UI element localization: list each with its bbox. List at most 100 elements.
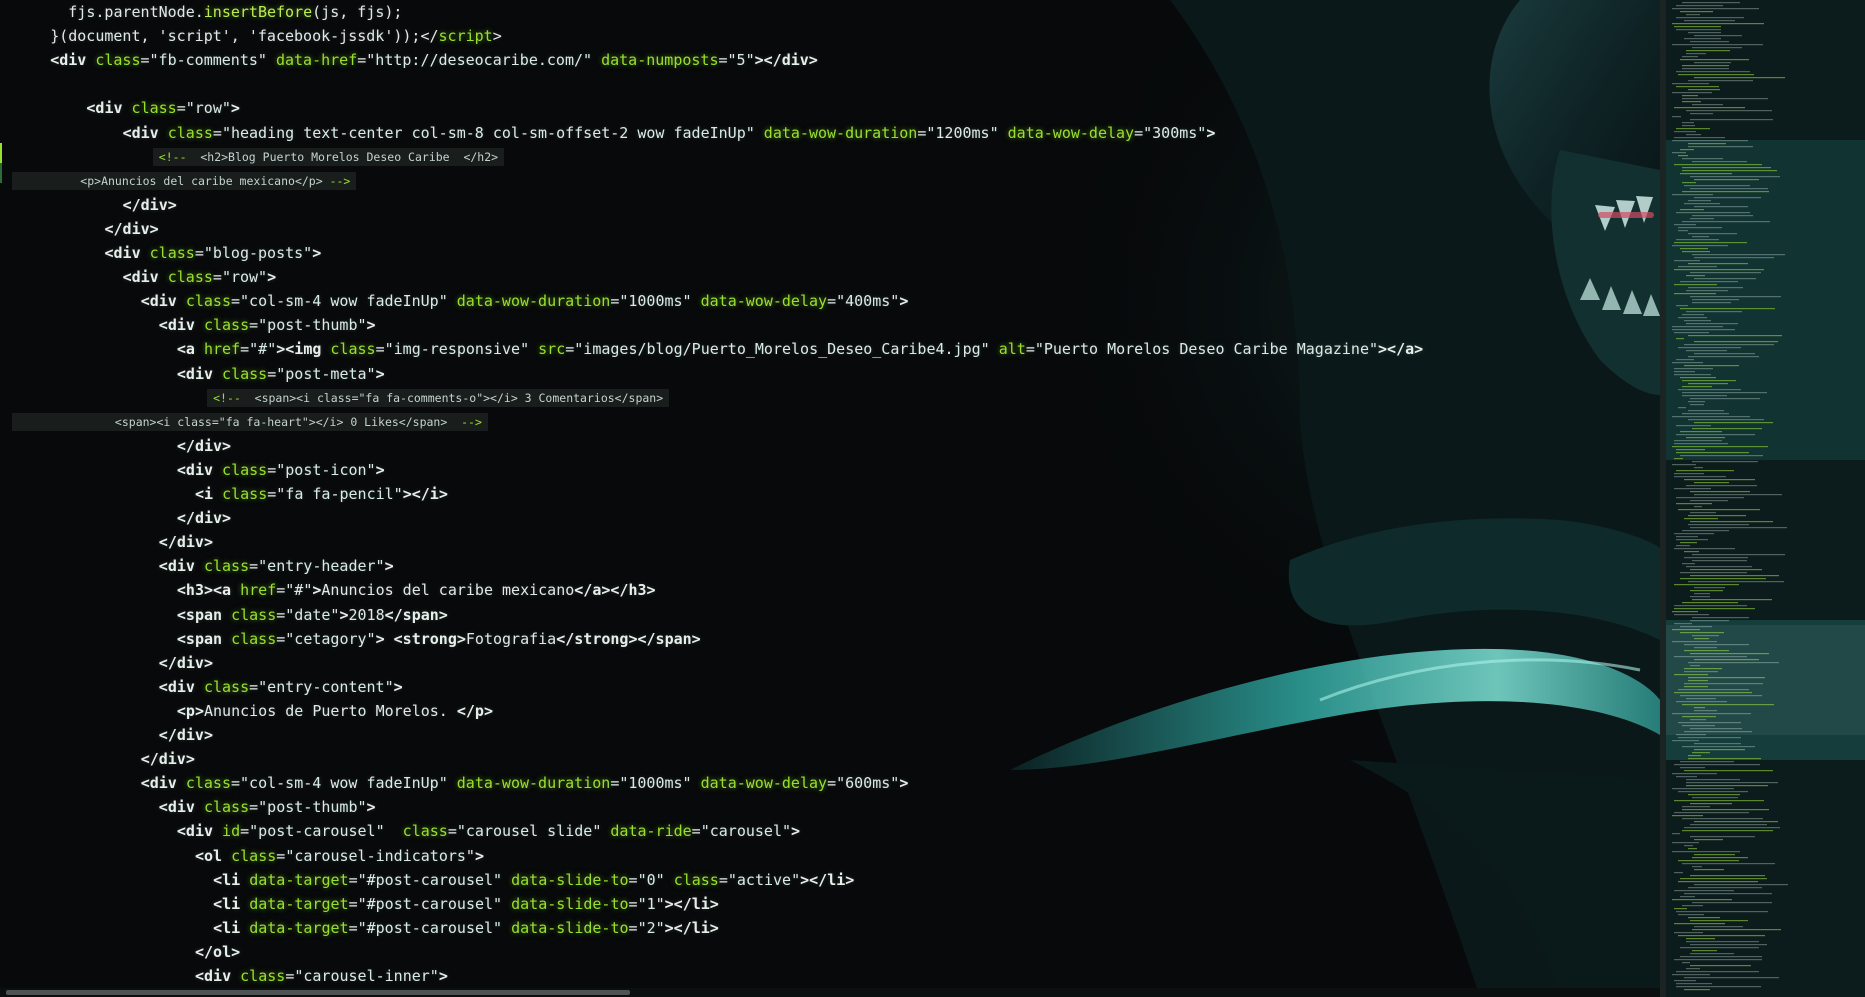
code-line[interactable]: </div>	[177, 506, 231, 530]
code-line[interactable]: <div class="entry-header">	[159, 554, 394, 578]
minimap-line	[1686, 968, 1700, 970]
minimap-line	[1684, 365, 1739, 367]
code-line[interactable]: </div>	[159, 530, 213, 554]
code-token: <li	[213, 918, 250, 937]
code-line[interactable]: <div id="post-carousel" class="carousel …	[177, 819, 800, 843]
code-line[interactable]: </ol>	[195, 940, 240, 964]
code-token: </div>	[176, 436, 232, 455]
code-line[interactable]: <div class="post-icon">	[177, 458, 385, 482]
minimap-viewport-slider[interactable]	[1666, 625, 1865, 735]
code-view[interactable]: fjs.parentNode.insertBefore(js, fjs);}(d…	[0, 0, 1660, 990]
minimap-line	[1688, 356, 1759, 358]
minimap-line	[1690, 398, 1760, 400]
code-line[interactable]: <i class="fa fa-pencil"></i>	[195, 482, 448, 506]
code-line[interactable]: <li data-target="#post-carousel" data-sl…	[213, 892, 719, 916]
code-line[interactable]: </div>	[177, 434, 231, 458]
minimap-line	[1694, 353, 1755, 355]
code-line[interactable]: <ol class="carousel-indicators">	[195, 844, 484, 868]
minimap-line	[1690, 41, 1729, 43]
code-token: class	[673, 870, 719, 889]
minimap-line	[1692, 428, 1762, 430]
minimap-line	[1688, 401, 1705, 403]
code-editor[interactable]: fjs.parentNode.insertBefore(js, fjs);}(d…	[0, 0, 1865, 997]
code-token: >	[312, 244, 322, 262]
minimap-line	[1680, 377, 1716, 379]
code-token: </div>	[158, 726, 213, 744]
code-line[interactable]: <a href="#"><img class="img-responsive" …	[177, 337, 1423, 361]
code-line[interactable]: <div class="entry-content">	[159, 675, 403, 699]
code-line[interactable]: <div class="row">	[86, 96, 240, 120]
code-line[interactable]: </div>	[105, 217, 159, 241]
code-line[interactable]: <span class="date">2018</span>	[177, 603, 448, 627]
minimap-line	[1674, 371, 1695, 373]
minimap-line	[1688, 917, 1720, 919]
code-line[interactable]: <div class="post-meta">	[177, 362, 385, 386]
code-token: </p>	[456, 701, 493, 720]
minimap-line	[1688, 887, 1762, 889]
minimap-line	[1686, 779, 1740, 781]
minimap-line	[1686, 566, 1752, 568]
code-comment-line[interactable]: <!-- <span><i class="fa fa-comments-o"><…	[207, 388, 670, 407]
minimap-line	[1680, 173, 1732, 175]
minimap-line	[1678, 935, 1765, 937]
minimap-line	[1688, 143, 1726, 145]
code-line[interactable]: <div class="carousel-inner">	[195, 964, 448, 988]
minimap-line	[1676, 359, 1694, 361]
minimap-line	[1688, 410, 1724, 412]
code-line[interactable]: <div class="row">	[123, 265, 277, 289]
minimap-line	[1694, 494, 1782, 496]
code-line[interactable]: </div>	[141, 747, 195, 771]
code-token: "1000ms"	[619, 292, 701, 311]
code-line[interactable]: </div>	[159, 723, 213, 747]
minimap[interactable]	[1666, 0, 1865, 997]
code-line[interactable]: <div class="blog-posts">	[105, 241, 322, 265]
code-comment-line[interactable]: <!-- <h2>Blog Puerto Morelos Deseo Carib…	[152, 147, 505, 166]
code-token: "post-thumb"	[258, 316, 367, 335]
code-line[interactable]: <div class="col-sm-4 wow fadeInUp" data-…	[141, 289, 909, 313]
code-token: </ol>	[195, 942, 241, 961]
minimap-line	[1672, 92, 1712, 94]
code-comment-line[interactable]: <span><i class="fa fa-heart"></i> 0 Like…	[12, 412, 488, 431]
minimap-line	[1686, 323, 1738, 325]
minimap-line	[1686, 134, 1701, 136]
code-line[interactable]: fjs.parentNode.insertBefore(js, fjs);	[68, 0, 402, 24]
minimap-line	[1676, 5, 1723, 7]
code-token: data-slide-to	[511, 870, 629, 889]
minimap-line	[1676, 434, 1755, 436]
code-line[interactable]: <div class="post-thumb">	[159, 313, 376, 337]
minimap-line	[1686, 350, 1727, 352]
code-token: >	[899, 774, 909, 793]
code-line[interactable]: <h3><a href="#">Anuncios del caribe mexi…	[177, 578, 656, 602]
code-line[interactable]: <div class="post-thumb">	[159, 795, 376, 819]
minimap-line	[1682, 818, 1763, 820]
minimap-line	[1674, 164, 1762, 166]
code-line[interactable]: <span class="cetagory"> <strong>Fotograf…	[177, 627, 701, 651]
code-line[interactable]: </div>	[159, 651, 213, 675]
code-token: <div	[195, 967, 241, 985]
code-line[interactable]: <div class="fb-comments" data-href="http…	[50, 48, 818, 72]
code-token: src	[538, 340, 566, 359]
code-token: class	[222, 485, 268, 503]
minimap-line	[1684, 770, 1773, 772]
horizontal-scrollbar-thumb[interactable]	[6, 990, 630, 995]
code-token: </span>	[384, 605, 448, 624]
code-line[interactable]: </div>	[123, 193, 177, 217]
minimap-line	[1692, 236, 1709, 238]
minimap-line	[1694, 587, 1725, 589]
code-line[interactable]: <li data-target="#post-carousel" data-sl…	[213, 916, 719, 940]
minimap-line	[1682, 809, 1769, 811]
code-token: =	[628, 870, 638, 889]
code-line[interactable]: }(document, 'script', 'facebook-jssdk'))…	[50, 24, 502, 48]
code-line[interactable]: <p>Anuncios de Puerto Morelos. </p>	[177, 699, 493, 723]
minimap-line	[1672, 815, 1703, 817]
code-token: >	[1206, 123, 1216, 142]
code-line[interactable]: <li data-target="#post-carousel" data-sl…	[213, 868, 854, 892]
minimap-line	[1694, 869, 1724, 871]
code-token: =	[827, 774, 837, 793]
minimap-line	[1688, 335, 1782, 337]
code-comment-line[interactable]: <p>Anuncios del caribe mexicano</p> -->	[12, 171, 357, 190]
code-line[interactable]: <div class="col-sm-4 wow fadeInUp" data-…	[141, 771, 909, 795]
code-line[interactable]: <div class="heading text-center col-sm-8…	[123, 121, 1216, 145]
minimap-line	[1674, 374, 1711, 376]
minimap-line	[1682, 602, 1738, 604]
